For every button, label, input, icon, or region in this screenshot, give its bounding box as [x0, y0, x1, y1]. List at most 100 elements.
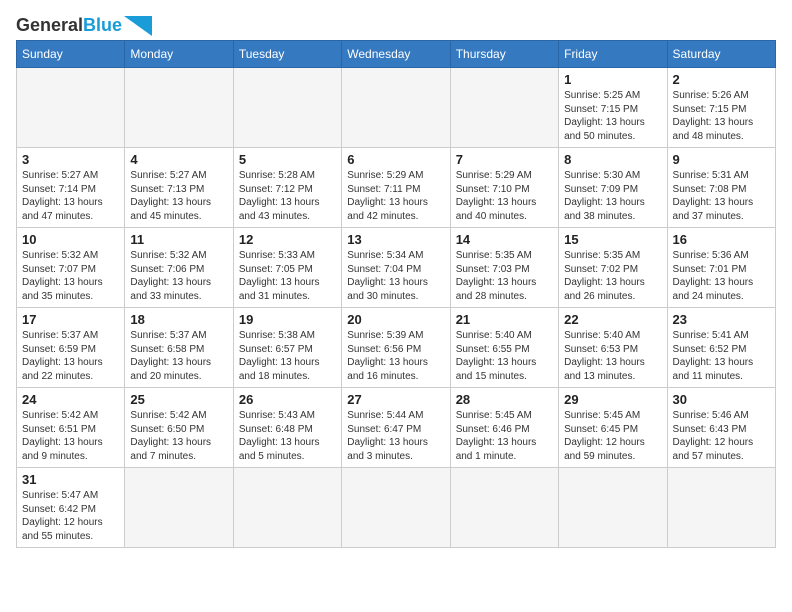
weekday-header-monday: Monday [125, 41, 233, 68]
calendar-day-cell: 21Sunrise: 5:40 AM Sunset: 6:55 PM Dayli… [450, 308, 558, 388]
calendar-day-cell: 6 Sunrise: 5:29 AM Sunset: 7:11 PM Daylig… [342, 148, 450, 228]
day-info: Sunrise: 5:41 AM Sunset: 6:52 PM Dayligh… [673, 329, 770, 383]
calendar-day-cell [342, 68, 450, 148]
weekday-header-wednesday: Wednesday [342, 41, 450, 68]
day-info: Sunrise: 5:25 AM Sunset: 7:15 PM Dayligh… [564, 89, 661, 143]
calendar-day-cell: 29 Sunrise: 5:45 AM Sunset: 6:45 PM Dayli… [559, 388, 667, 468]
calendar-day-cell: 17Sunrise: 5:37 AM Sunset: 6:59 PM Dayli… [17, 308, 125, 388]
calendar-day-cell: 15 Sunrise: 5:35 AM Sunset: 7:02 PM Dayli… [559, 228, 667, 308]
day-info: Sunrise: 5:31 AM Sunset: 7:08 PM Dayligh… [673, 169, 770, 223]
calendar-day-cell: 5 Sunrise: 5:28 AM Sunset: 7:12 PM Daylig… [233, 148, 341, 228]
day-number: 21 [456, 312, 553, 327]
calendar-day-cell [450, 468, 558, 548]
day-info: Sunrise: 5:47 AM Sunset: 6:42 PM Dayligh… [22, 489, 119, 543]
page-header: GeneralBlue [16, 16, 776, 36]
weekday-header-tuesday: Tuesday [233, 41, 341, 68]
day-number: 9 [673, 152, 770, 167]
calendar-day-cell [559, 468, 667, 548]
calendar-day-cell: 3 Sunrise: 5:27 AM Sunset: 7:14 PM Daylig… [17, 148, 125, 228]
day-info: Sunrise: 5:45 AM Sunset: 6:45 PM Dayligh… [564, 409, 661, 463]
calendar-day-cell [125, 468, 233, 548]
weekday-header-saturday: Saturday [667, 41, 775, 68]
calendar-day-cell [125, 68, 233, 148]
calendar-day-cell [233, 68, 341, 148]
day-number: 28 [456, 392, 553, 407]
day-info: Sunrise: 5:37 AM Sunset: 6:58 PM Dayligh… [130, 329, 227, 383]
day-number: 24 [22, 392, 119, 407]
day-number: 6 [347, 152, 444, 167]
day-info: Sunrise: 5:27 AM Sunset: 7:14 PM Dayligh… [22, 169, 119, 223]
day-info: Sunrise: 5:36 AM Sunset: 7:01 PM Dayligh… [673, 249, 770, 303]
day-number: 14 [456, 232, 553, 247]
calendar-day-cell: 1Sunrise: 5:25 AM Sunset: 7:15 PM Daylig… [559, 68, 667, 148]
day-number: 5 [239, 152, 336, 167]
day-info: Sunrise: 5:34 AM Sunset: 7:04 PM Dayligh… [347, 249, 444, 303]
day-number: 10 [22, 232, 119, 247]
logo-text: GeneralBlue [16, 16, 122, 36]
day-info: Sunrise: 5:42 AM Sunset: 6:51 PM Dayligh… [22, 409, 119, 463]
logo-icon [124, 16, 152, 36]
weekday-header-row: SundayMondayTuesdayWednesdayThursdayFrid… [17, 41, 776, 68]
day-info: Sunrise: 5:35 AM Sunset: 7:02 PM Dayligh… [564, 249, 661, 303]
calendar-day-cell: 30 Sunrise: 5:46 AM Sunset: 6:43 PM Dayli… [667, 388, 775, 468]
day-number: 8 [564, 152, 661, 167]
day-info: Sunrise: 5:44 AM Sunset: 6:47 PM Dayligh… [347, 409, 444, 463]
day-number: 20 [347, 312, 444, 327]
calendar-day-cell: 26Sunrise: 5:43 AM Sunset: 6:48 PM Dayli… [233, 388, 341, 468]
calendar-week-row: 17Sunrise: 5:37 AM Sunset: 6:59 PM Dayli… [17, 308, 776, 388]
day-number: 25 [130, 392, 227, 407]
calendar-day-cell: 22 Sunrise: 5:40 AM Sunset: 6:53 PM Dayli… [559, 308, 667, 388]
calendar-table: SundayMondayTuesdayWednesdayThursdayFrid… [16, 40, 776, 548]
day-number: 11 [130, 232, 227, 247]
day-number: 16 [673, 232, 770, 247]
calendar-day-cell: 2 Sunrise: 5:26 AM Sunset: 7:15 PM Daylig… [667, 68, 775, 148]
day-number: 19 [239, 312, 336, 327]
calendar-day-cell: 24 Sunrise: 5:42 AM Sunset: 6:51 PM Dayli… [17, 388, 125, 468]
calendar-week-row: 31 Sunrise: 5:47 AM Sunset: 6:42 PM Dayli… [17, 468, 776, 548]
day-info: Sunrise: 5:38 AM Sunset: 6:57 PM Dayligh… [239, 329, 336, 383]
calendar-day-cell: 12 Sunrise: 5:33 AM Sunset: 7:05 PM Dayli… [233, 228, 341, 308]
calendar-day-cell [342, 468, 450, 548]
day-info: Sunrise: 5:39 AM Sunset: 6:56 PM Dayligh… [347, 329, 444, 383]
calendar-day-cell [667, 468, 775, 548]
calendar-day-cell: 7Sunrise: 5:29 AM Sunset: 7:10 PM Daylig… [450, 148, 558, 228]
day-info: Sunrise: 5:28 AM Sunset: 7:12 PM Dayligh… [239, 169, 336, 223]
calendar-day-cell: 31 Sunrise: 5:47 AM Sunset: 6:42 PM Dayli… [17, 468, 125, 548]
day-number: 7 [456, 152, 553, 167]
calendar-day-cell: 25Sunrise: 5:42 AM Sunset: 6:50 PM Dayli… [125, 388, 233, 468]
calendar-week-row: 1Sunrise: 5:25 AM Sunset: 7:15 PM Daylig… [17, 68, 776, 148]
weekday-header-thursday: Thursday [450, 41, 558, 68]
calendar-day-cell: 28Sunrise: 5:45 AM Sunset: 6:46 PM Dayli… [450, 388, 558, 468]
day-number: 3 [22, 152, 119, 167]
day-number: 31 [22, 472, 119, 487]
day-number: 18 [130, 312, 227, 327]
day-info: Sunrise: 5:30 AM Sunset: 7:09 PM Dayligh… [564, 169, 661, 223]
day-number: 22 [564, 312, 661, 327]
day-info: Sunrise: 5:26 AM Sunset: 7:15 PM Dayligh… [673, 89, 770, 143]
day-number: 12 [239, 232, 336, 247]
calendar-day-cell [233, 468, 341, 548]
calendar-week-row: 24 Sunrise: 5:42 AM Sunset: 6:51 PM Dayli… [17, 388, 776, 468]
day-info: Sunrise: 5:27 AM Sunset: 7:13 PM Dayligh… [130, 169, 227, 223]
calendar-day-cell: 14Sunrise: 5:35 AM Sunset: 7:03 PM Dayli… [450, 228, 558, 308]
day-info: Sunrise: 5:40 AM Sunset: 6:53 PM Dayligh… [564, 329, 661, 383]
day-number: 26 [239, 392, 336, 407]
day-number: 4 [130, 152, 227, 167]
day-info: Sunrise: 5:46 AM Sunset: 6:43 PM Dayligh… [673, 409, 770, 463]
day-number: 2 [673, 72, 770, 87]
day-number: 13 [347, 232, 444, 247]
day-number: 29 [564, 392, 661, 407]
day-number: 15 [564, 232, 661, 247]
day-number: 30 [673, 392, 770, 407]
calendar-day-cell: 19 Sunrise: 5:38 AM Sunset: 6:57 PM Dayli… [233, 308, 341, 388]
calendar-day-cell: 8 Sunrise: 5:30 AM Sunset: 7:09 PM Daylig… [559, 148, 667, 228]
calendar-day-cell: 9 Sunrise: 5:31 AM Sunset: 7:08 PM Daylig… [667, 148, 775, 228]
day-info: Sunrise: 5:32 AM Sunset: 7:06 PM Dayligh… [130, 249, 227, 303]
weekday-header-sunday: Sunday [17, 41, 125, 68]
day-info: Sunrise: 5:33 AM Sunset: 7:05 PM Dayligh… [239, 249, 336, 303]
calendar-day-cell: 23Sunrise: 5:41 AM Sunset: 6:52 PM Dayli… [667, 308, 775, 388]
calendar-day-cell: 4 Sunrise: 5:27 AM Sunset: 7:13 PM Daylig… [125, 148, 233, 228]
calendar-day-cell: 11 Sunrise: 5:32 AM Sunset: 7:06 PM Dayli… [125, 228, 233, 308]
day-info: Sunrise: 5:29 AM Sunset: 7:11 PM Dayligh… [347, 169, 444, 223]
calendar-day-cell [450, 68, 558, 148]
